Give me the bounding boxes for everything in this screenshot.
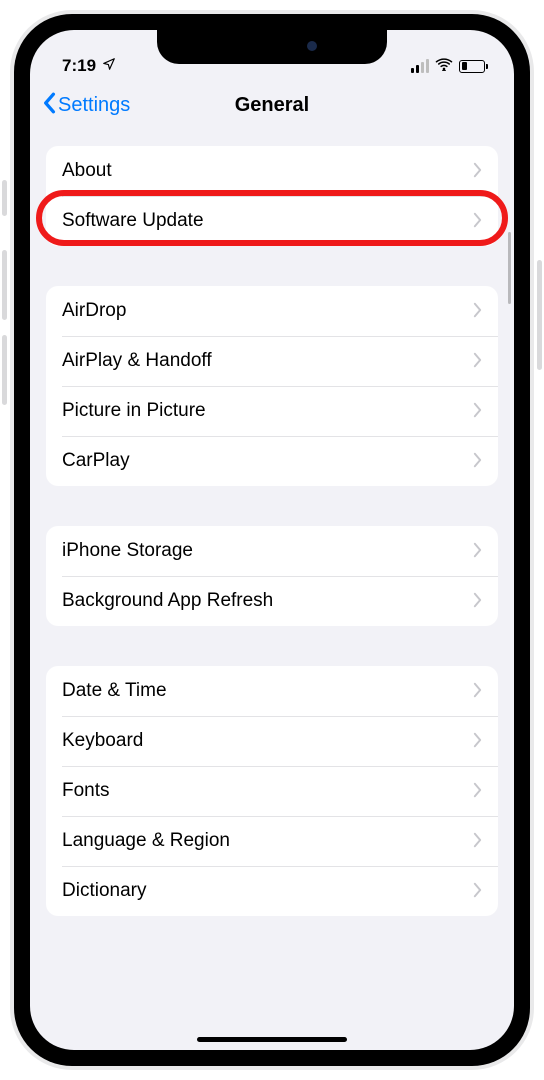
row-label: Date & Time [62, 680, 473, 702]
row-keyboard[interactable]: Keyboard [46, 716, 498, 766]
chevron-right-icon [473, 208, 482, 234]
status-right [411, 56, 489, 76]
settings-group-4: Date & Time Keyboard Fonts Language & Re… [46, 666, 498, 916]
row-carplay[interactable]: CarPlay [46, 436, 498, 486]
phone-frame: 7:19 [0, 0, 544, 1080]
chevron-right-icon [473, 348, 482, 374]
chevron-right-icon [473, 448, 482, 474]
row-label: Keyboard [62, 730, 473, 752]
chevron-right-icon [473, 828, 482, 854]
row-airplay-handoff[interactable]: AirPlay & Handoff [46, 336, 498, 386]
row-label: iPhone Storage [62, 540, 473, 562]
cellular-signal-icon [411, 59, 430, 73]
location-arrow-icon [102, 56, 116, 76]
chevron-right-icon [473, 878, 482, 904]
settings-group-3: iPhone Storage Background App Refresh [46, 526, 498, 626]
volume-down-button [2, 335, 7, 405]
row-label: Background App Refresh [62, 590, 473, 612]
scroll-indicator [508, 232, 511, 304]
row-dictionary[interactable]: Dictionary [46, 866, 498, 916]
notch [157, 28, 387, 64]
settings-group-1: About Software Update [46, 146, 498, 246]
row-label: AirPlay & Handoff [62, 350, 473, 372]
back-label: Settings [58, 94, 130, 117]
page-title: General [235, 94, 309, 117]
row-label: Fonts [62, 780, 473, 802]
row-date-time[interactable]: Date & Time [46, 666, 498, 716]
home-indicator[interactable] [197, 1037, 347, 1042]
row-label: Picture in Picture [62, 400, 473, 422]
row-about[interactable]: About [46, 146, 498, 196]
row-fonts[interactable]: Fonts [46, 766, 498, 816]
row-label: Language & Region [62, 830, 473, 852]
chevron-right-icon [473, 678, 482, 704]
row-airdrop[interactable]: AirDrop [46, 286, 498, 336]
chevron-right-icon [473, 588, 482, 614]
row-iphone-storage[interactable]: iPhone Storage [46, 526, 498, 576]
volume-up-button [2, 250, 7, 320]
chevron-right-icon [473, 728, 482, 754]
row-software-update[interactable]: Software Update [46, 196, 498, 246]
row-label: AirDrop [62, 300, 473, 322]
status-time: 7:19 [62, 56, 96, 76]
chevron-right-icon [473, 298, 482, 324]
settings-group-2: AirDrop AirPlay & Handoff Picture in Pic… [46, 286, 498, 486]
row-picture-in-picture[interactable]: Picture in Picture [46, 386, 498, 436]
back-button[interactable]: Settings [42, 92, 130, 118]
chevron-right-icon [473, 538, 482, 564]
mute-switch [2, 180, 7, 216]
row-label: Dictionary [62, 880, 473, 902]
row-language-region[interactable]: Language & Region [46, 816, 498, 866]
row-label: About [62, 160, 473, 182]
chevron-left-icon [42, 92, 56, 118]
screen: 7:19 [30, 30, 514, 1050]
content-scroll[interactable]: About Software Update [30, 132, 514, 1050]
chevron-right-icon [473, 398, 482, 424]
row-label: Software Update [62, 210, 473, 232]
status-left: 7:19 [62, 56, 116, 76]
front-camera-icon [307, 41, 317, 51]
row-label: CarPlay [62, 450, 473, 472]
row-background-app-refresh[interactable]: Background App Refresh [46, 576, 498, 626]
battery-icon [459, 60, 488, 73]
wifi-icon [435, 56, 453, 76]
phone-bezel: 7:19 [14, 14, 530, 1066]
nav-bar: Settings General [30, 78, 514, 132]
chevron-right-icon [473, 158, 482, 184]
chevron-right-icon [473, 778, 482, 804]
power-button [537, 260, 542, 370]
